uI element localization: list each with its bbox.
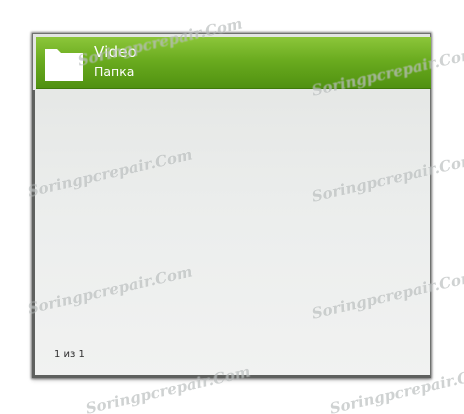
page-counter: 1 из 1 bbox=[54, 349, 85, 360]
folder-type-label: Папка bbox=[94, 64, 135, 79]
folder-title: Video bbox=[94, 43, 138, 61]
screen: Video Папка 1 из 1 Soringpcrepair.Com So… bbox=[0, 0, 464, 414]
folder-icon bbox=[45, 49, 83, 81]
panel-left-edge bbox=[32, 90, 35, 378]
folder-tile-video[interactable]: Video Папка bbox=[36, 37, 431, 89]
folder-browser-panel: Video Папка 1 из 1 bbox=[32, 33, 431, 378]
